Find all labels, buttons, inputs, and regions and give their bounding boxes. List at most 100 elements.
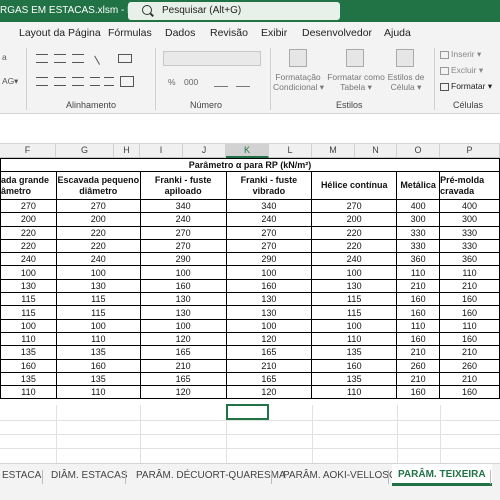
conditional-formatting-button[interactable]: Formatação Condicional ▾ [273,72,324,92]
format-as-table-button[interactable]: Formatar como Tabela ▾ [326,72,386,92]
cell-escavada-grande[interactable]: 135 [0,345,57,360]
cell-escavada-pequeno[interactable]: 270 [55,198,141,214]
cell-escavada-pequeno[interactable]: 115 [55,305,141,320]
cell-franki-vibrado[interactable]: 165 [225,345,313,360]
column-header-l[interactable]: L [269,144,312,158]
cell-metalica[interactable]: 360 [396,252,441,267]
cell-escavada-grande[interactable]: 240 [0,252,57,267]
cell-escavada-pequeno[interactable]: 100 [55,318,141,333]
cell-helice-continua[interactable]: 135 [311,345,398,360]
align-middle-icon[interactable] [54,54,66,63]
cell-metalica[interactable]: 160 [396,331,441,347]
search-box[interactable]: Pesquisar (Alt+G) [128,2,340,20]
cell-franki-apiloado[interactable]: 100 [139,265,227,280]
cell-styles-button[interactable]: Estilos de Célula ▾ [386,72,426,92]
cell-helice-continua[interactable]: 135 [311,371,398,387]
cell-franki-vibrado[interactable]: 270 [225,225,313,240]
cell-pre-moldada[interactable]: 110 [439,265,500,280]
font-color-button[interactable]: AG [2,76,14,86]
cell-escavada-pequeno[interactable]: 200 [55,212,141,227]
cell-franki-vibrado[interactable]: 340 [225,198,313,214]
merge-center-icon[interactable] [120,76,134,87]
wrap-text-icon[interactable] [118,54,132,63]
cell-escavada-pequeno[interactable]: 110 [55,385,141,400]
cell-franki-vibrado[interactable]: 120 [225,385,313,400]
sheet-tab-param-aoki-velloso[interactable]: PARÂM. AOKI-VELLOSO [283,470,397,481]
cell-franki-apiloado[interactable]: 120 [139,385,227,400]
number-format-dropdown[interactable] [163,51,261,66]
align-bottom-icon[interactable] [72,54,84,63]
column-header-o[interactable]: O [397,144,440,158]
cell-metalica[interactable]: 210 [396,278,441,294]
cell-franki-apiloado[interactable]: 120 [139,331,227,347]
cell-escavada-grande[interactable]: 100 [0,265,57,280]
cell-helice-continua[interactable]: 220 [311,238,398,254]
font-color-glyph[interactable]: a [2,52,7,62]
insert-button[interactable]: Inserir ▾ [451,49,481,60]
tab-dados[interactable]: Dados [165,27,195,39]
cell-helice-continua[interactable]: 115 [311,305,398,320]
decrease-decimal-icon[interactable] [236,77,250,87]
cell-pre-moldada[interactable]: 110 [439,318,500,333]
cell-pre-moldada[interactable]: 400 [439,198,500,214]
font-color-dropdown[interactable]: ▾ [14,76,18,87]
percent-style-button[interactable]: % [168,77,176,87]
cell-helice-continua[interactable]: 240 [311,252,398,267]
cell-franki-vibrado[interactable]: 100 [225,318,313,333]
cell-escavada-pequeno[interactable]: 115 [55,292,141,307]
sheet-tab-param-decuort-quaresma[interactable]: PARÂM. DÉCUORT-QUARESMA [136,470,286,481]
cell-escavada-grande[interactable]: 115 [0,305,57,320]
cell-helice-continua[interactable]: 130 [311,278,398,294]
cell-metalica[interactable]: 160 [396,305,441,320]
cell-franki-vibrado[interactable]: 160 [225,278,313,294]
cell-metalica[interactable]: 160 [396,385,441,400]
decrease-indent-icon[interactable] [90,77,100,86]
cell-franki-vibrado[interactable]: 120 [225,331,313,347]
cell-franki-apiloado[interactable]: 340 [139,198,227,214]
align-center-icon[interactable] [54,77,66,86]
orientation-icon[interactable] [94,51,108,65]
cell-franki-vibrado[interactable]: 240 [225,212,313,227]
cell-franki-vibrado[interactable]: 130 [225,305,313,320]
column-header-k[interactable]: K [226,144,269,158]
cell-pre-moldada[interactable]: 160 [439,292,500,307]
cell-pre-moldada[interactable]: 330 [439,225,500,240]
cell-franki-vibrado[interactable]: 130 [225,292,313,307]
cell-pre-moldada[interactable]: 260 [439,358,500,373]
cell-metalica[interactable]: 110 [396,265,441,280]
cell-metalica[interactable]: 400 [396,198,441,214]
tab-exibir[interactable]: Exibir [261,27,287,39]
delete-button[interactable]: Excluir ▾ [451,65,483,76]
column-header-n[interactable]: N [355,144,397,158]
cell-escavada-grande[interactable]: 160 [0,358,57,373]
cell-franki-apiloado[interactable]: 100 [139,318,227,333]
cell-helice-continua[interactable]: 110 [311,331,398,347]
cell-escavada-grande[interactable]: 110 [0,331,57,347]
tab-revisao[interactable]: Revisão [210,27,248,39]
cell-helice-continua[interactable]: 270 [311,198,398,214]
cell-escavada-pequeno[interactable]: 100 [55,265,141,280]
cell-pre-moldada[interactable]: 210 [439,278,500,294]
cell-franki-vibrado[interactable]: 270 [225,238,313,254]
column-header-f[interactable]: F [0,144,56,158]
cell-metalica[interactable]: 210 [396,345,441,360]
cell-escavada-grande[interactable]: 200 [0,212,57,227]
cell-franki-apiloado[interactable]: 270 [139,225,227,240]
cell-metalica[interactable]: 260 [396,358,441,373]
cell-pre-moldada[interactable]: 360 [439,252,500,267]
cell-franki-apiloado[interactable]: 130 [139,292,227,307]
cell-metalica[interactable]: 210 [396,371,441,387]
cell-escavada-grande[interactable]: 115 [0,292,57,307]
column-header-g[interactable]: G [56,144,114,158]
comma-style-button[interactable]: 000 [184,77,198,87]
increase-indent-icon[interactable] [104,77,114,86]
cell-escavada-pequeno[interactable]: 220 [55,238,141,254]
cell-escavada-pequeno[interactable]: 135 [55,371,141,387]
tab-ajuda[interactable]: Ajuda [384,27,411,39]
cell-helice-continua[interactable]: 115 [311,292,398,307]
cell-pre-moldada[interactable]: 160 [439,385,500,400]
cell-escavada-grande[interactable]: 270 [0,198,57,214]
cell-helice-continua[interactable]: 110 [311,385,398,400]
cell-franki-apiloado[interactable]: 160 [139,278,227,294]
column-header-j[interactable]: J [183,144,226,158]
